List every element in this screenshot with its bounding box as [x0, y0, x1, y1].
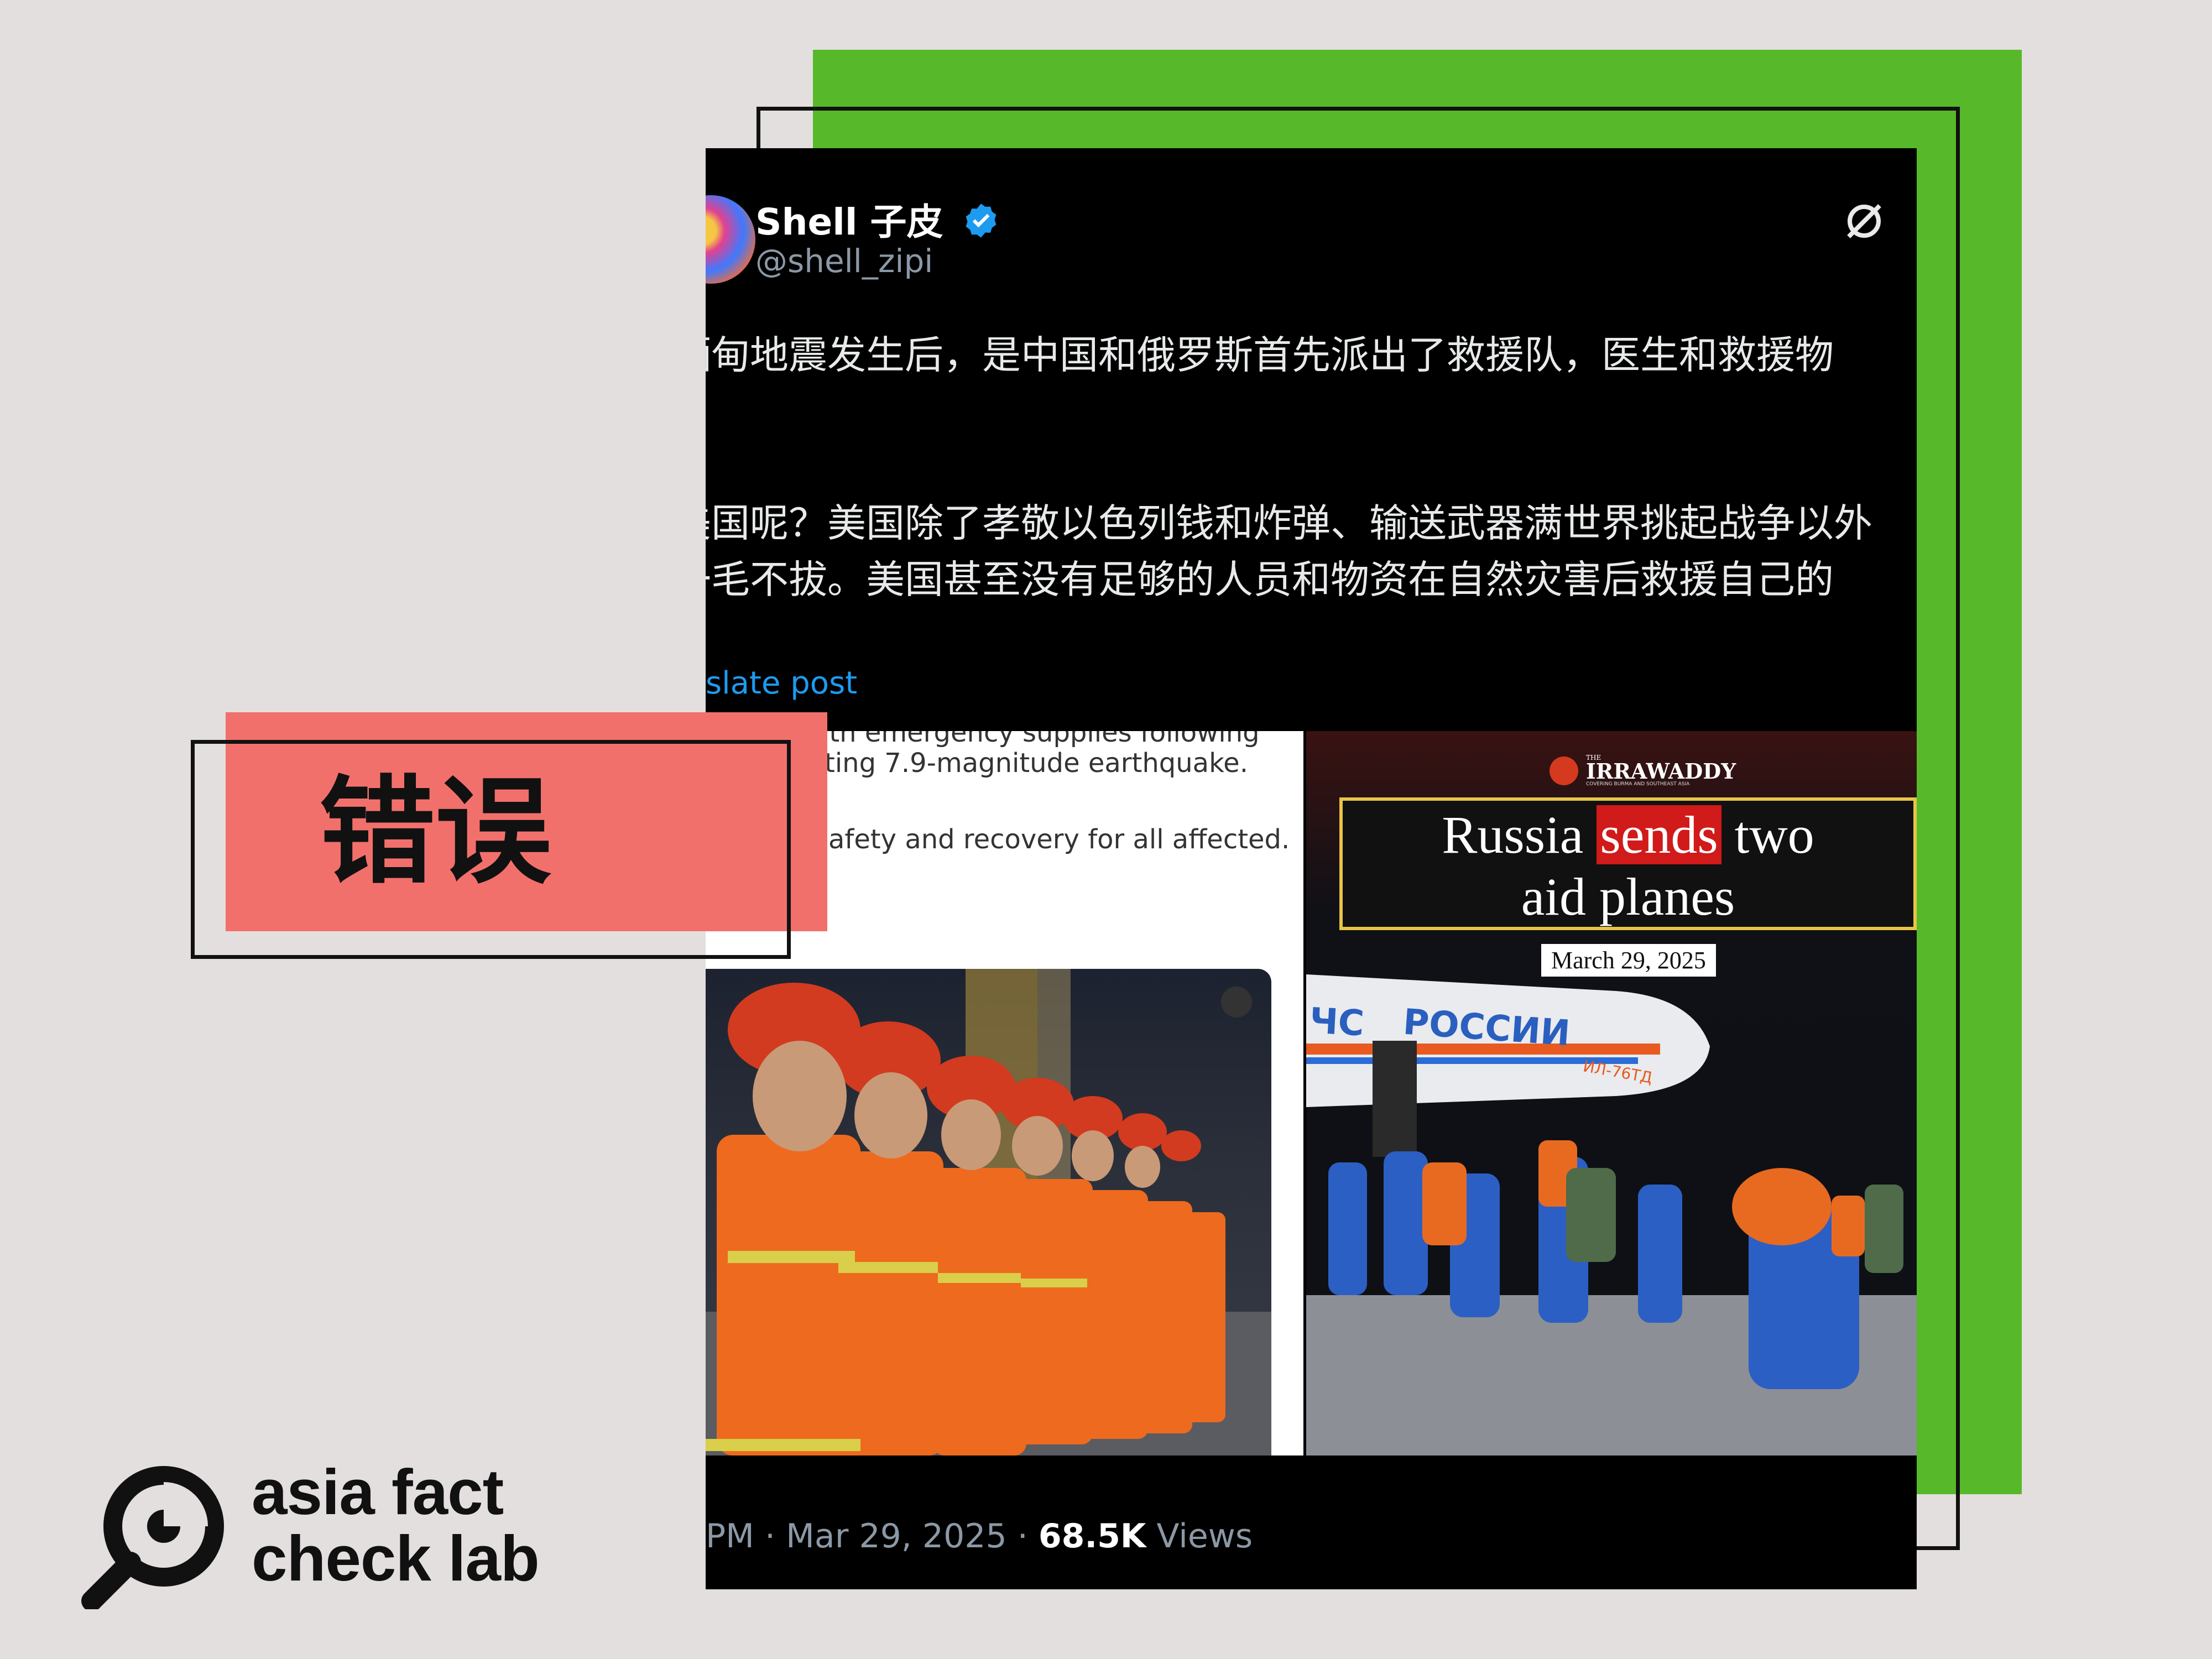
headline-box: Russia sends two aid planes — [1339, 797, 1917, 930]
headline-word: two — [1721, 805, 1814, 864]
media-caption-line: afety and recovery for all affected. — [828, 824, 1290, 855]
verified-badge-icon — [966, 204, 996, 238]
post-text-line: 一毛不拔。美国甚至没有足够的人员和物资在自然灾害后救援自己的 — [706, 557, 1834, 602]
avatar — [706, 195, 755, 284]
tweet-timestamp[interactable]: PM · Mar 29, 2025 · — [706, 1517, 1039, 1556]
rescue-team-photo — [706, 969, 1271, 1455]
irrawaddy-logo-icon — [1550, 756, 1578, 785]
overlay-icon — [1221, 987, 1252, 1018]
headline-highlight: sends — [1597, 805, 1721, 864]
headline-line-1: Russia sends two — [1343, 804, 1913, 866]
views-count: 68.5K — [1038, 1517, 1146, 1556]
verdict-label: 错误 — [319, 764, 551, 900]
media-caption-line: ting 7.9-magnitude earthquake. — [825, 748, 1248, 779]
irrawaddy-wordmark: IRRAWADDY — [1586, 759, 1736, 784]
brand-name-line-2: check lab — [252, 1522, 540, 1594]
irrawaddy-tagline: COVERING BURMA AND SOUTHEAST ASIA — [1586, 781, 1690, 787]
brand-name-line-1: asia fact — [252, 1456, 504, 1528]
plane-text-mchs: ЧС — [1308, 1000, 1365, 1045]
media-image-right[interactable]: THE IRRAWADDY COVERING BURMA AND SOUTHEA… — [1306, 731, 1917, 1455]
translate-post-link[interactable]: slate post — [706, 665, 857, 701]
post-text-line: 美国呢？美国除了孝敬以色列钱和炸弹、输送武器满世界挑起战争以外 — [706, 500, 1872, 546]
headline-word: Russia — [1442, 805, 1597, 864]
headline-date: March 29, 2025 — [1541, 944, 1716, 977]
display-name[interactable]: Shell 子皮 — [755, 192, 1000, 246]
grok-icon[interactable] — [1842, 199, 1886, 243]
post-text-line: 缅甸地震发生后，是中国和俄罗斯首先派出了救援队，医生和救援物 — [706, 332, 1834, 378]
headline-line-2: aid planes — [1521, 867, 1735, 926]
rescue-team-illustration — [706, 969, 1271, 1455]
media-caption-line: ith emergency supplies following — [822, 731, 1260, 748]
magnifier-logo-icon — [81, 1466, 224, 1609]
tweet-screenshot: Shell 子皮 @shell_zipi 缅甸地震发生后，是中国和俄罗斯首先派出… — [706, 148, 1917, 1589]
irrawaddy-logo: THE IRRAWADDY COVERING BURMA AND SOUTHEA… — [1550, 754, 1736, 787]
handle[interactable]: @shell_zipi — [755, 242, 933, 280]
views-label: Views — [1146, 1517, 1253, 1556]
display-name-text: Shell 子皮 — [755, 201, 943, 243]
tweet-footer-meta: PM · Mar 29, 2025 · 68.5K Views — [706, 1517, 1253, 1556]
